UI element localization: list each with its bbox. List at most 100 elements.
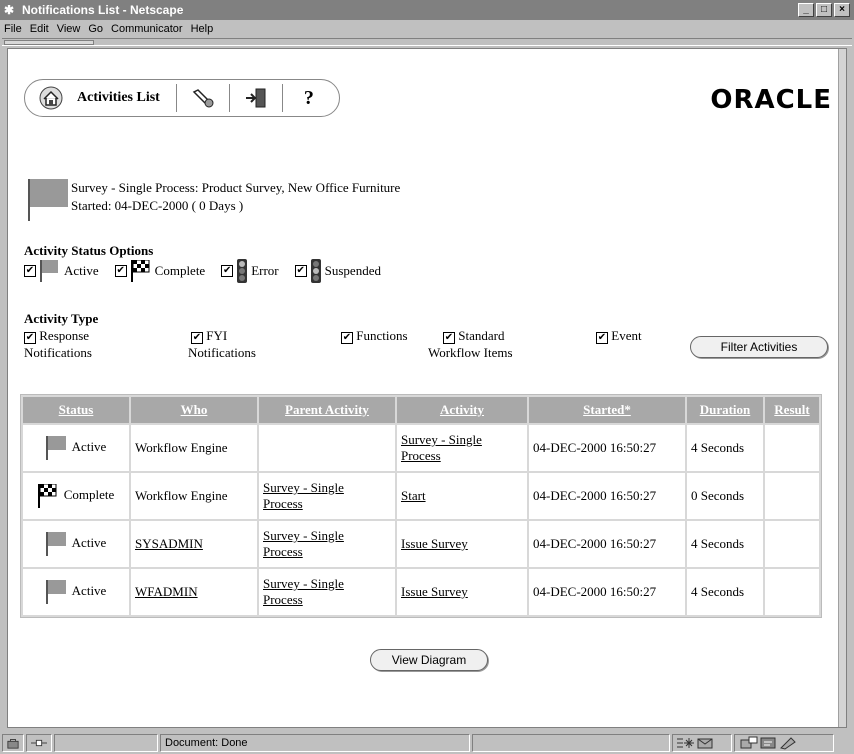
checkbox[interactable]: ✔ — [114, 265, 127, 277]
toolbar-separator — [228, 84, 230, 112]
who-cell: Workflow Engine — [131, 425, 257, 471]
navigator-icon[interactable] — [677, 736, 697, 750]
activity-link[interactable]: Issue Survey — [401, 536, 468, 551]
parent-activity-link[interactable]: Survey - Single Process — [263, 480, 344, 511]
filter-activities-button[interactable]: Filter Activities — [690, 336, 828, 358]
discussions-icon[interactable] — [739, 736, 759, 750]
activity-cell: Survey - Single Process — [397, 425, 527, 471]
checkbox[interactable]: ✔ — [443, 332, 455, 344]
parent-activity-cell: Survey - Single Process — [259, 473, 395, 519]
parent-activity-cell: Survey - Single Process — [259, 569, 395, 615]
menu-view[interactable]: View — [57, 23, 81, 35]
statusbar: Document: Done — [0, 732, 854, 754]
menu-go[interactable]: Go — [88, 23, 103, 35]
status-option-active[interactable]: ✔ Active — [24, 260, 99, 282]
checkbox[interactable]: ✔ — [221, 265, 234, 277]
oracle-logo: ORACLE — [710, 85, 832, 115]
active-flag-icon — [45, 532, 66, 556]
suspended-traffic-light-icon — [310, 259, 321, 283]
menu-edit[interactable]: Edit — [30, 23, 49, 35]
type-functions[interactable]: ✔ Functions — [341, 327, 408, 344]
bookmark-icon[interactable] — [779, 736, 799, 750]
home-icon[interactable] — [35, 84, 67, 112]
status-option-label: Error — [251, 263, 279, 278]
status-option-suspended[interactable]: ✔ Suspended — [294, 259, 381, 283]
help-icon[interactable]: ? — [293, 84, 325, 112]
logout-icon[interactable] — [240, 84, 272, 112]
view-diagram-button[interactable]: View Diagram — [370, 649, 488, 671]
mail-icon[interactable] — [697, 736, 713, 750]
window-title: Notifications List - Netscape — [22, 3, 184, 17]
link-line-1: Survey - Single — [263, 576, 344, 591]
collapsed-toolbar[interactable] — [2, 38, 852, 46]
checkbox[interactable]: ✔ — [596, 332, 608, 344]
preferences-icon[interactable] — [187, 84, 219, 112]
column-header-result[interactable]: Result — [765, 397, 819, 423]
complete-flag-icon — [37, 484, 57, 508]
column-header-duration[interactable]: Duration — [687, 397, 763, 423]
window-controls: _ □ × — [798, 3, 850, 17]
status-cell: Active — [23, 521, 129, 567]
menu-communicator[interactable]: Communicator — [111, 23, 183, 35]
column-header-status[interactable]: Status — [23, 397, 129, 423]
status-label: Active — [71, 438, 107, 454]
close-button[interactable]: × — [834, 3, 850, 17]
checkbox[interactable]: ✔ — [294, 265, 307, 277]
parent-activity-link[interactable]: Survey - Single Process — [263, 576, 344, 607]
component-bar-right — [734, 734, 834, 752]
status-option-error[interactable]: ✔ Error — [221, 259, 279, 283]
active-flag-icon — [45, 580, 66, 604]
column-header-started[interactable]: Started* — [529, 397, 685, 423]
connection-icon — [26, 734, 52, 752]
checkbox[interactable]: ✔ — [191, 332, 203, 344]
type-event[interactable]: ✔ Event — [596, 327, 642, 344]
parent-activity-cell: Survey - Single Process — [259, 521, 395, 567]
process-flag-icon — [28, 179, 68, 225]
checkbox[interactable]: ✔ — [24, 265, 36, 277]
menu-file[interactable]: File — [4, 23, 22, 35]
column-header-activity[interactable]: Activity — [397, 397, 527, 423]
link-line-2: Process — [263, 592, 303, 607]
activity-link[interactable]: Issue Survey — [401, 584, 468, 599]
status-option-label: Complete — [154, 263, 206, 278]
checkbox[interactable]: ✔ — [341, 332, 353, 344]
result-cell — [765, 425, 819, 471]
component-bar-left — [672, 734, 732, 752]
progress-bar — [54, 734, 158, 752]
column-header-who[interactable]: Who — [131, 397, 257, 423]
column-header-parent-activity[interactable]: Parent Activity — [259, 397, 395, 423]
process-summary: Survey - Single Process: Product Survey,… — [71, 179, 400, 215]
minimize-button[interactable]: _ — [798, 3, 814, 17]
started-cell: 04-DEC-2000 16:50:27 — [529, 425, 685, 471]
type-standard-workflow-items[interactable]: ✔ Standard Workflow Items — [428, 327, 513, 361]
type-label: Event — [611, 328, 642, 343]
link-line-2: Process — [263, 544, 303, 559]
who-link[interactable]: SYSADMIN — [135, 536, 203, 551]
started-cell: 04-DEC-2000 16:50:27 — [529, 569, 685, 615]
status-options-heading: Activity Status Options — [24, 243, 154, 258]
type-label-2: Notifications — [24, 345, 92, 360]
activity-link[interactable]: Start — [401, 488, 426, 503]
status-spacer — [472, 734, 670, 752]
activity-link[interactable]: Survey - Single Process — [401, 432, 482, 463]
status-cell: Complete — [23, 473, 129, 519]
status-label: Active — [71, 582, 107, 598]
maximize-button[interactable]: □ — [816, 3, 832, 17]
who-link[interactable]: WFADMIN — [135, 584, 198, 599]
type-fyi-notifications[interactable]: ✔ FYI Notifications — [188, 327, 256, 361]
parent-activity-link[interactable]: Survey - Single Process — [263, 528, 344, 559]
composer-icon[interactable] — [759, 736, 779, 750]
result-cell — [765, 473, 819, 519]
checkbox[interactable]: ✔ — [24, 332, 36, 344]
process-title: Survey - Single Process: Product Survey,… — [71, 180, 401, 195]
link-line-1: Survey - Single — [263, 480, 344, 495]
vertical-scrollbar[interactable] — [838, 49, 846, 727]
status-option-complete[interactable]: ✔ Complete — [114, 260, 206, 282]
toolbar-grip[interactable] — [4, 40, 94, 45]
toolbar-separator — [281, 84, 283, 112]
type-response-notifications[interactable]: ✔ Response Notifications — [24, 327, 92, 361]
menu-help[interactable]: Help — [191, 23, 214, 35]
link-line-2: Process — [401, 448, 441, 463]
security-icon[interactable] — [2, 734, 24, 752]
process-started: Started: 04-DEC-2000 ( 0 Days ) — [71, 198, 244, 213]
